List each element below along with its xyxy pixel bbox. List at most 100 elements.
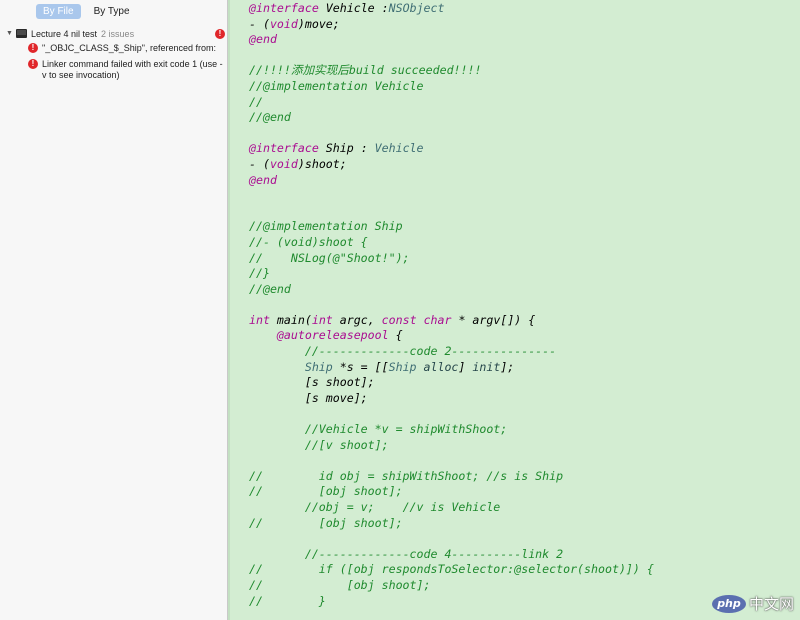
code-token: alloc xyxy=(423,359,459,374)
code-token: argc, xyxy=(332,312,382,327)
code-line[interactable]: // [obj shoot]; xyxy=(249,484,654,500)
code-token: // id obj = shipWithShoot; //s is Ship xyxy=(249,468,564,483)
code-line[interactable]: [s move]; xyxy=(249,391,654,407)
code-token: const xyxy=(381,312,417,327)
code-token: @end xyxy=(249,172,277,187)
issue-count: 2 issues xyxy=(101,29,135,39)
code-line[interactable] xyxy=(249,453,654,469)
code-token: [s move]; xyxy=(249,390,368,405)
source-code[interactable]: @interface Vehicle :NSObject - (void)move… xyxy=(249,1,654,609)
code-token: - ( xyxy=(249,16,270,31)
project-issue-group[interactable]: ▼ Lecture 4 nil test 2 issues ! xyxy=(4,27,227,41)
code-token: char xyxy=(423,312,452,327)
code-line[interactable] xyxy=(249,188,654,204)
code-line[interactable]: // id obj = shipWithShoot; //s is Ship xyxy=(249,469,654,485)
code-token: //obj = v; //v is Vehicle xyxy=(304,500,501,514)
code-line[interactable]: int main(int argc, const char * argv[]) … xyxy=(249,313,654,329)
code-line[interactable]: //@implementation Ship xyxy=(249,219,654,235)
issue-item[interactable]: ! "_OBJC_CLASS_$_Ship", referenced from: xyxy=(28,43,223,55)
code-token: //-------------code 4----------link 2 xyxy=(304,546,564,561)
code-line[interactable]: @end xyxy=(249,173,654,189)
code-token: //@implementation Ship xyxy=(249,219,403,234)
code-line[interactable]: - (void)shoot; xyxy=(249,157,654,173)
tab-by-type[interactable]: By Type xyxy=(87,4,137,19)
code-token: void xyxy=(269,16,298,31)
code-editor[interactable]: @interface Vehicle :NSObject - (void)move… xyxy=(228,0,800,620)
code-line[interactable]: //Vehicle *v = shipWithShoot; xyxy=(249,422,654,438)
code-token: init xyxy=(472,359,501,374)
code-token: // [obj shoot]; xyxy=(249,515,403,530)
code-token: *s = [[ xyxy=(332,359,389,374)
code-line[interactable]: //obj = v; //v is Vehicle xyxy=(249,500,654,516)
issue-text: Linker command failed with exit code 1 (… xyxy=(42,59,223,80)
error-icon: ! xyxy=(28,59,38,69)
code-line[interactable]: - (void)move; xyxy=(249,17,654,33)
code-line[interactable]: //@end xyxy=(249,282,654,298)
code-line[interactable] xyxy=(249,406,654,422)
code-line[interactable]: // if ([obj respondsToSelector:@selector… xyxy=(249,562,654,578)
tab-by-file[interactable]: By File xyxy=(36,4,81,19)
code-token: @interface xyxy=(249,1,319,15)
code-token: Ship xyxy=(304,359,333,374)
code-token: NSObject xyxy=(388,1,445,15)
code-line[interactable]: //@implementation Vehicle xyxy=(249,79,654,95)
code-line[interactable]: Ship *s = [[Ship alloc] init]; xyxy=(249,360,654,376)
disclosure-triangle-icon[interactable]: ▼ xyxy=(6,27,13,41)
code-line[interactable]: //-------------code 4----------link 2 xyxy=(249,547,654,563)
issue-navigator: By File By Type ▼ Lecture 4 nil test 2 is… xyxy=(0,0,228,620)
code-line[interactable]: //} xyxy=(249,266,654,282)
code-token: //} xyxy=(249,266,270,281)
php-logo-icon: php xyxy=(711,594,746,613)
code-line[interactable]: //@end xyxy=(249,110,654,126)
code-token: [s shoot]; xyxy=(249,375,375,390)
code-line[interactable]: //!!!!添加实现后build succeeded!!!! xyxy=(249,63,654,79)
code-line[interactable] xyxy=(249,48,654,64)
code-token: ]; xyxy=(500,359,515,374)
code-token: Ship : xyxy=(318,141,375,156)
code-line[interactable] xyxy=(249,204,654,220)
code-line[interactable] xyxy=(249,126,654,142)
project-name: Lecture 4 nil test xyxy=(31,29,98,39)
code-line[interactable]: //- (void)shoot { xyxy=(249,235,654,251)
issue-item[interactable]: ! Linker command failed with exit code 1… xyxy=(28,59,223,83)
watermark-text: 中文网 xyxy=(748,595,794,613)
code-line[interactable]: //[v shoot]; xyxy=(249,438,654,454)
code-token: * argv[]) { xyxy=(451,312,536,327)
code-line[interactable] xyxy=(249,297,654,313)
code-line[interactable]: // [obj shoot]; xyxy=(249,516,654,532)
code-token: //@implementation Vehicle xyxy=(249,78,424,93)
code-line[interactable]: @interface Ship : Vehicle xyxy=(249,141,654,157)
code-token: @autoreleasepool xyxy=(276,328,389,343)
code-line[interactable] xyxy=(249,531,654,547)
code-line[interactable]: [s shoot]; xyxy=(249,375,654,391)
code-line[interactable]: // xyxy=(249,95,654,111)
code-token: void xyxy=(269,156,298,171)
code-token: //@end xyxy=(249,281,291,296)
code-token: //[v shoot]; xyxy=(304,437,389,452)
code-line[interactable]: // NSLog(@"Shoot!"); xyxy=(249,251,654,267)
code-token: int xyxy=(311,312,333,327)
code-token: //!!!!添加实现后build succeeded!!!! xyxy=(249,63,482,78)
code-line[interactable]: @interface Vehicle :NSObject xyxy=(249,1,654,17)
code-token: //-------------code 2--------------- xyxy=(304,344,557,359)
editor-gutter xyxy=(228,0,230,620)
code-token: // NSLog(@"Shoot!"); xyxy=(249,250,410,265)
code-token: //Vehicle *v = shipWithShoot; xyxy=(304,422,508,437)
code-line[interactable]: @end xyxy=(249,32,654,48)
code-token: Ship xyxy=(388,359,417,374)
project-label: Lecture 4 nil test 2 issues xyxy=(31,27,134,41)
code-line[interactable]: //-------------code 2--------------- xyxy=(249,344,654,360)
code-line[interactable]: // [obj shoot]; xyxy=(249,578,654,594)
code-line[interactable]: @autoreleasepool { xyxy=(249,328,654,344)
code-token: { xyxy=(388,328,403,343)
project-icon xyxy=(16,29,27,38)
code-token: @end xyxy=(249,32,277,47)
code-token: // [obj shoot]; xyxy=(249,484,403,499)
code-token: // [obj shoot]; xyxy=(249,577,431,592)
code-line[interactable]: // } xyxy=(249,594,654,610)
